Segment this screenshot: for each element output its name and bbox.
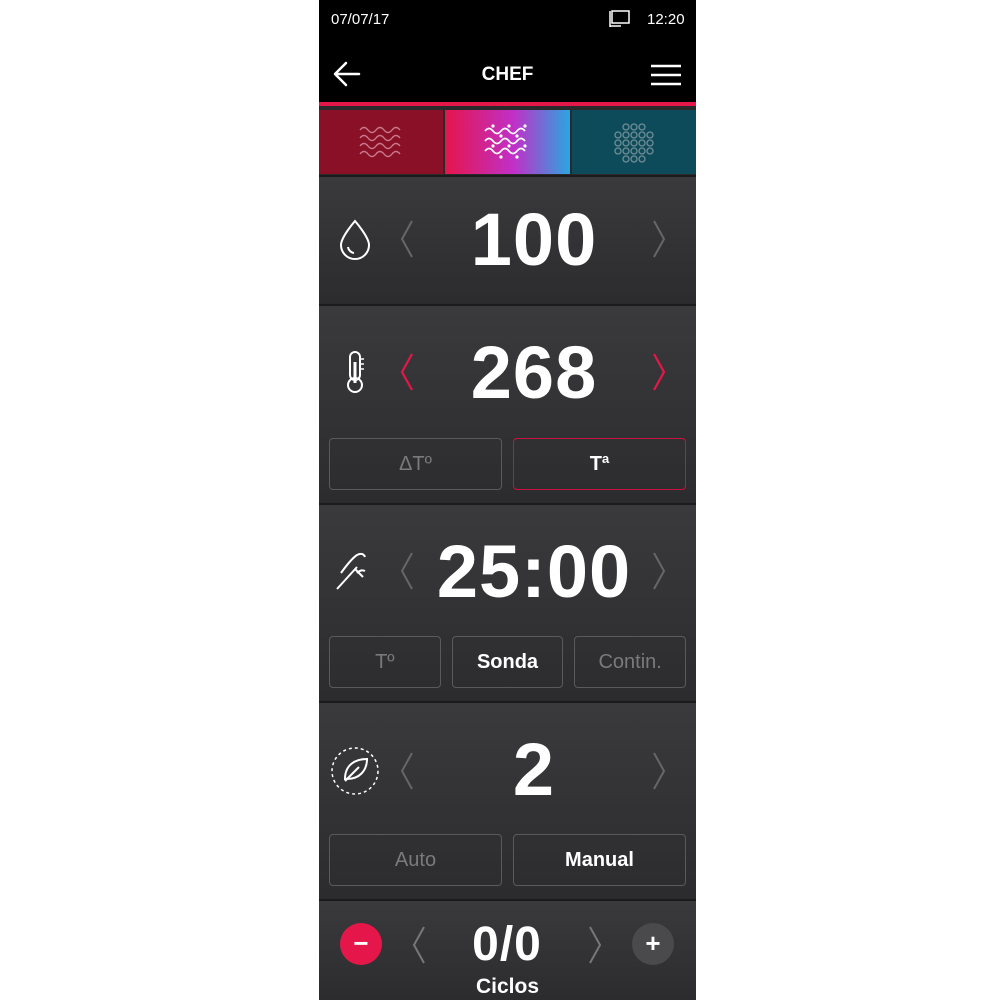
humidity-card: 100 — [319, 175, 696, 303]
temperature-value: 268 — [470, 331, 598, 414]
probe-mode-button[interactable]: Sonda — [451, 636, 564, 688]
page-title: CHEF — [481, 64, 534, 85]
chevron-right-icon[interactable] — [585, 923, 605, 967]
time-card: 25:00 Tº Sonda Contin. — [319, 503, 696, 700]
hamburger-menu-icon[interactable] — [649, 62, 683, 88]
chevron-right-icon[interactable] — [649, 350, 669, 394]
water-drop-icon — [339, 219, 371, 260]
thermometer-icon — [347, 351, 364, 393]
cycles-count-value: 2 — [512, 728, 556, 811]
probe-icon — [336, 552, 366, 590]
mode-tab-combi[interactable] — [445, 110, 570, 174]
status-bar: 07/07/17 12:20 — [319, 0, 696, 40]
mode-tab-steam[interactable] — [319, 110, 444, 174]
cycles-label: Ciclos — [475, 975, 540, 998]
delta-temp-button[interactable]: ΔTº — [329, 438, 502, 490]
chevron-right-icon[interactable] — [649, 549, 669, 593]
status-date: 07/07/17 — [331, 11, 390, 28]
display-icon — [609, 10, 630, 27]
temp-mode-button[interactable]: Tº — [329, 636, 441, 688]
temperature-mode-toggle: ΔTº Tª — [329, 438, 686, 490]
cycles-mode-card: 2 Auto Manual — [319, 701, 696, 898]
humidity-value: 100 — [470, 198, 598, 281]
app-bar: CHEF — [319, 40, 696, 106]
time-value: 25:00 — [436, 530, 632, 613]
auto-mode-button[interactable]: Auto — [329, 834, 502, 886]
continuous-mode-button[interactable]: Contin. — [574, 636, 687, 688]
cycles-counter-card: − 0/0 + Ciclos — [319, 899, 696, 1000]
mode-tab-convection[interactable] — [571, 110, 696, 174]
plus-button[interactable]: + — [632, 923, 674, 965]
temperature-card: 268 ΔTº Tª — [319, 304, 696, 502]
minus-button[interactable]: − — [340, 923, 382, 965]
phone-screen: 07/07/17 12:20 CHEF 100 268 ΔTº Tª 25:00… — [319, 0, 696, 1000]
time-mode-toggle: Tº Sonda Contin. — [329, 636, 687, 688]
steam-waves-icon — [359, 126, 401, 158]
leaf-cycle-icon — [331, 747, 379, 795]
dots-grid-icon — [614, 123, 654, 163]
manual-mode-button[interactable]: Manual — [513, 834, 686, 886]
status-time: 12:20 — [647, 11, 685, 28]
chevron-right-icon[interactable] — [649, 749, 669, 793]
chevron-right-icon[interactable] — [649, 217, 669, 261]
cycles-mode-toggle: Auto Manual — [329, 834, 686, 886]
combi-waves-icon — [484, 124, 528, 159]
cooking-mode-tabs — [319, 110, 696, 174]
chevron-left-icon[interactable] — [409, 923, 429, 967]
cycles-value: 0/0 — [472, 918, 542, 971]
temp-button[interactable]: Tª — [513, 438, 686, 490]
